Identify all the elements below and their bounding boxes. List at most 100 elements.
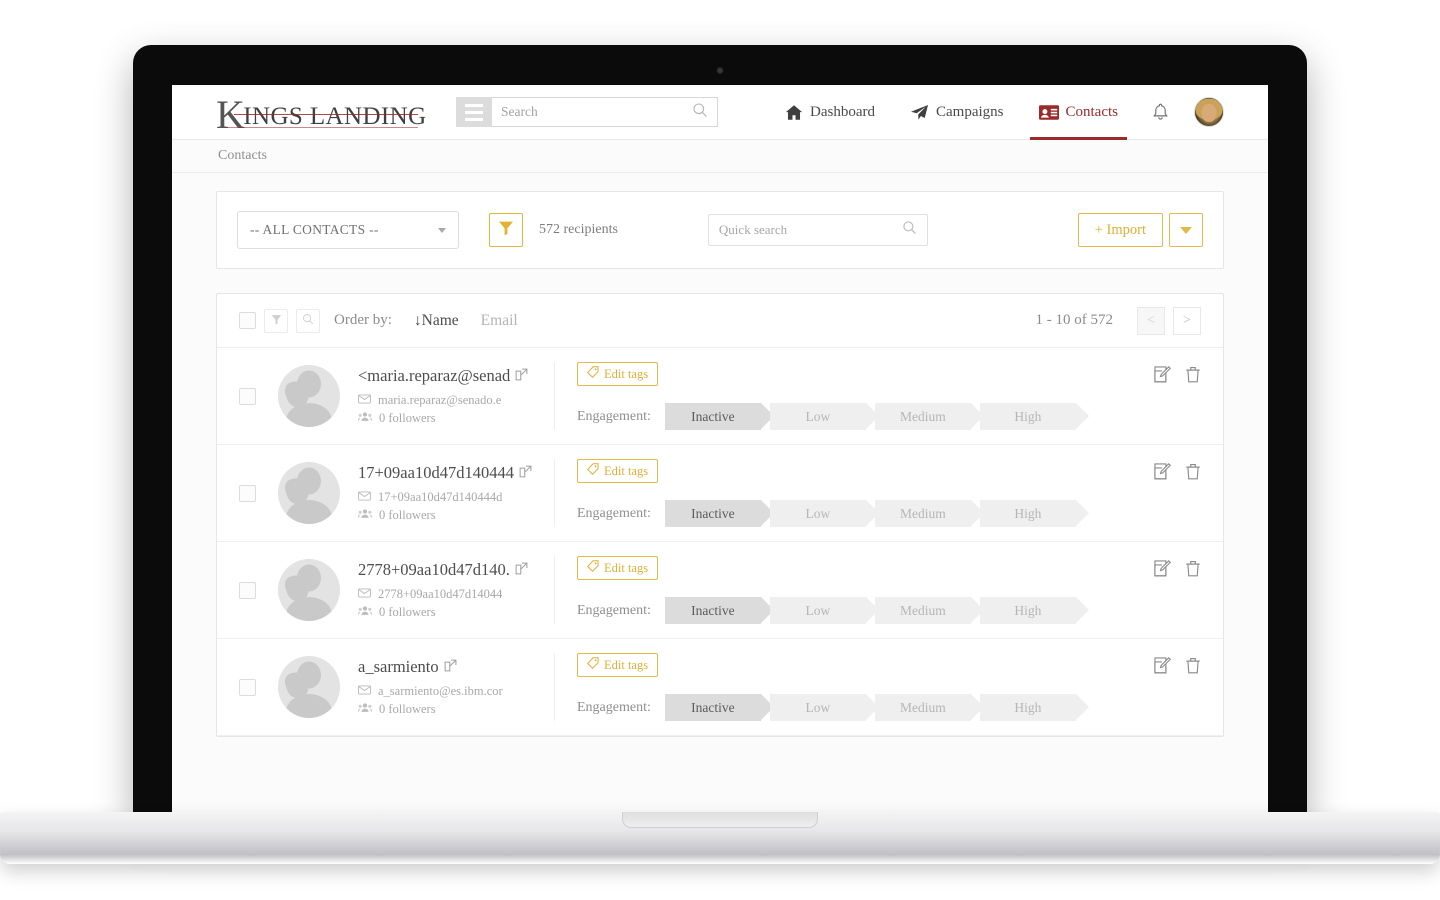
- header-search-group: [456, 97, 718, 127]
- pagination-prev-button[interactable]: <: [1137, 306, 1165, 335]
- laptop-screen: K INGS LANDING Search Dashboard Campaign…: [172, 85, 1268, 820]
- notifications-button[interactable]: [1147, 85, 1174, 140]
- external-link-icon[interactable]: [444, 657, 457, 677]
- external-link-icon[interactable]: [515, 366, 528, 386]
- row-checkbox[interactable]: [239, 484, 256, 502]
- engagement-label: Engagement:: [577, 699, 651, 715]
- edit-tags-button[interactable]: Edit tags: [577, 556, 659, 580]
- contact-row[interactable]: 17+09aa10d47d140444 17+09aa10d47d140444d: [217, 445, 1223, 542]
- external-link-icon[interactable]: [519, 463, 532, 483]
- trash-icon[interactable]: [1185, 463, 1201, 480]
- brand-logo[interactable]: K INGS LANDING: [216, 95, 426, 135]
- contacts-list-card: Order by: ↓Name Email 1 - 10 of 572 < >: [216, 293, 1224, 737]
- row-checkbox[interactable]: [239, 581, 256, 599]
- breadcrumb-contacts[interactable]: Contacts: [218, 148, 267, 164]
- contact-name[interactable]: <maria.reparaz@senad: [358, 366, 510, 386]
- recipients-count: 572 recipients: [539, 222, 618, 237]
- engagement-level-medium[interactable]: Medium: [874, 500, 984, 527]
- row-actions: [1115, 348, 1201, 444]
- nav-item-campaigns[interactable]: Campaigns: [901, 85, 1013, 140]
- search-input[interactable]: [501, 104, 692, 120]
- contact-name[interactable]: 2778+09aa10d47d140.: [358, 560, 510, 580]
- row-checkbox-cell: [239, 639, 278, 735]
- engagement-level-high[interactable]: High: [979, 403, 1089, 430]
- engagement-level-medium[interactable]: Medium: [874, 694, 984, 721]
- envelope-icon: [358, 684, 371, 699]
- engagement-level-high[interactable]: High: [979, 694, 1089, 721]
- contact-followers-line: 0 followers: [358, 508, 544, 523]
- filter-button[interactable]: [489, 213, 523, 247]
- laptop-lid: K INGS LANDING Search Dashboard Campaign…: [133, 45, 1307, 820]
- nav-item-dashboard[interactable]: Dashboard: [776, 85, 884, 140]
- order-by-name[interactable]: ↓Name: [414, 312, 459, 330]
- pagination-next-button[interactable]: >: [1173, 306, 1201, 335]
- contact-email: 2778+09aa10d47d14044: [378, 587, 503, 601]
- engagement-level-inactive[interactable]: Inactive: [664, 597, 774, 624]
- hamburger-icon[interactable]: [456, 97, 492, 127]
- header-search-box[interactable]: [492, 97, 718, 127]
- envelope-icon: [358, 393, 371, 408]
- avatar[interactable]: [1194, 97, 1224, 127]
- engagement-level-inactive[interactable]: Inactive: [664, 500, 774, 527]
- contact-followers: 0 followers: [379, 411, 436, 425]
- bell-icon: [1152, 103, 1169, 121]
- edit-tags-label: Edit tags: [604, 463, 649, 478]
- engagement-level-low[interactable]: Low: [769, 500, 879, 527]
- row-divider: [554, 362, 555, 430]
- trash-icon[interactable]: [1185, 366, 1201, 383]
- envelope-icon: [358, 587, 371, 602]
- edit-tags-button[interactable]: Edit tags: [577, 459, 659, 483]
- nav-label-dashboard: Dashboard: [810, 103, 875, 120]
- edit-icon[interactable]: [1154, 560, 1171, 577]
- edit-tags-button[interactable]: Edit tags: [577, 653, 659, 677]
- import-button[interactable]: + Import: [1077, 213, 1163, 247]
- engagement-track: Inactive Low Medium High: [664, 403, 1089, 430]
- users-icon: [358, 702, 373, 717]
- contact-row[interactable]: 2778+09aa10d47d140. 2778+09aa10d47d14044: [217, 542, 1223, 639]
- engagement-level-low[interactable]: Low: [769, 403, 879, 430]
- edit-icon[interactable]: [1154, 366, 1171, 383]
- contact-row[interactable]: <maria.reparaz@senad maria.reparaz@senad…: [217, 348, 1223, 445]
- contact-name[interactable]: a_sarmiento: [358, 657, 439, 677]
- nav-label-campaigns: Campaigns: [936, 103, 1004, 120]
- engagement-level-inactive[interactable]: Inactive: [664, 694, 774, 721]
- select-all-checkbox[interactable]: [239, 312, 256, 329]
- row-divider: [554, 556, 555, 624]
- contacts-rows: <maria.reparaz@senad maria.reparaz@senad…: [217, 348, 1223, 736]
- row-checkbox[interactable]: [239, 678, 256, 696]
- pagination: 1 - 10 of 572 < >: [1036, 306, 1201, 335]
- contacts-list-header: Order by: ↓Name Email 1 - 10 of 572 < >: [217, 294, 1223, 348]
- list-filter-button[interactable]: [264, 308, 288, 333]
- avatar: [278, 559, 340, 621]
- row-checkbox[interactable]: [239, 387, 256, 405]
- list-search-button[interactable]: [296, 308, 320, 333]
- order-by-email[interactable]: Email: [481, 312, 518, 330]
- engagement-meter: Engagement: Inactive Low Medium High: [577, 694, 1115, 721]
- engagement-level-low[interactable]: Low: [769, 694, 879, 721]
- engagement-level-low[interactable]: Low: [769, 597, 879, 624]
- external-link-icon[interactable]: [515, 560, 528, 580]
- engagement-level-inactive[interactable]: Inactive: [664, 403, 774, 430]
- row-checkbox-cell: [239, 445, 278, 541]
- edit-icon[interactable]: [1154, 657, 1171, 674]
- trash-icon[interactable]: [1185, 657, 1201, 674]
- quick-search-input[interactable]: [718, 222, 902, 238]
- contact-row[interactable]: a_sarmiento a_sarmiento@es.ibm.cor 0 fol…: [217, 639, 1223, 736]
- engagement-level-medium[interactable]: Medium: [874, 403, 984, 430]
- engagement-level-medium[interactable]: Medium: [874, 597, 984, 624]
- nav-item-contacts[interactable]: Contacts: [1029, 85, 1128, 140]
- contact-list-select[interactable]: -- ALL CONTACTS --: [237, 211, 459, 249]
- tag-icon: [587, 657, 599, 673]
- edit-icon[interactable]: [1154, 463, 1171, 480]
- avatar: [278, 365, 340, 427]
- import-dropdown-button[interactable]: [1169, 213, 1203, 247]
- engagement-level-high[interactable]: High: [979, 597, 1089, 624]
- edit-tags-button[interactable]: Edit tags: [577, 362, 659, 386]
- row-divider: [554, 653, 555, 721]
- contact-name[interactable]: 17+09aa10d47d140444: [358, 463, 514, 483]
- quick-search-box[interactable]: [707, 214, 928, 246]
- trash-icon[interactable]: [1185, 560, 1201, 577]
- edit-tags-label: Edit tags: [604, 366, 649, 381]
- engagement-level-high[interactable]: High: [979, 500, 1089, 527]
- row-actions: [1115, 542, 1201, 638]
